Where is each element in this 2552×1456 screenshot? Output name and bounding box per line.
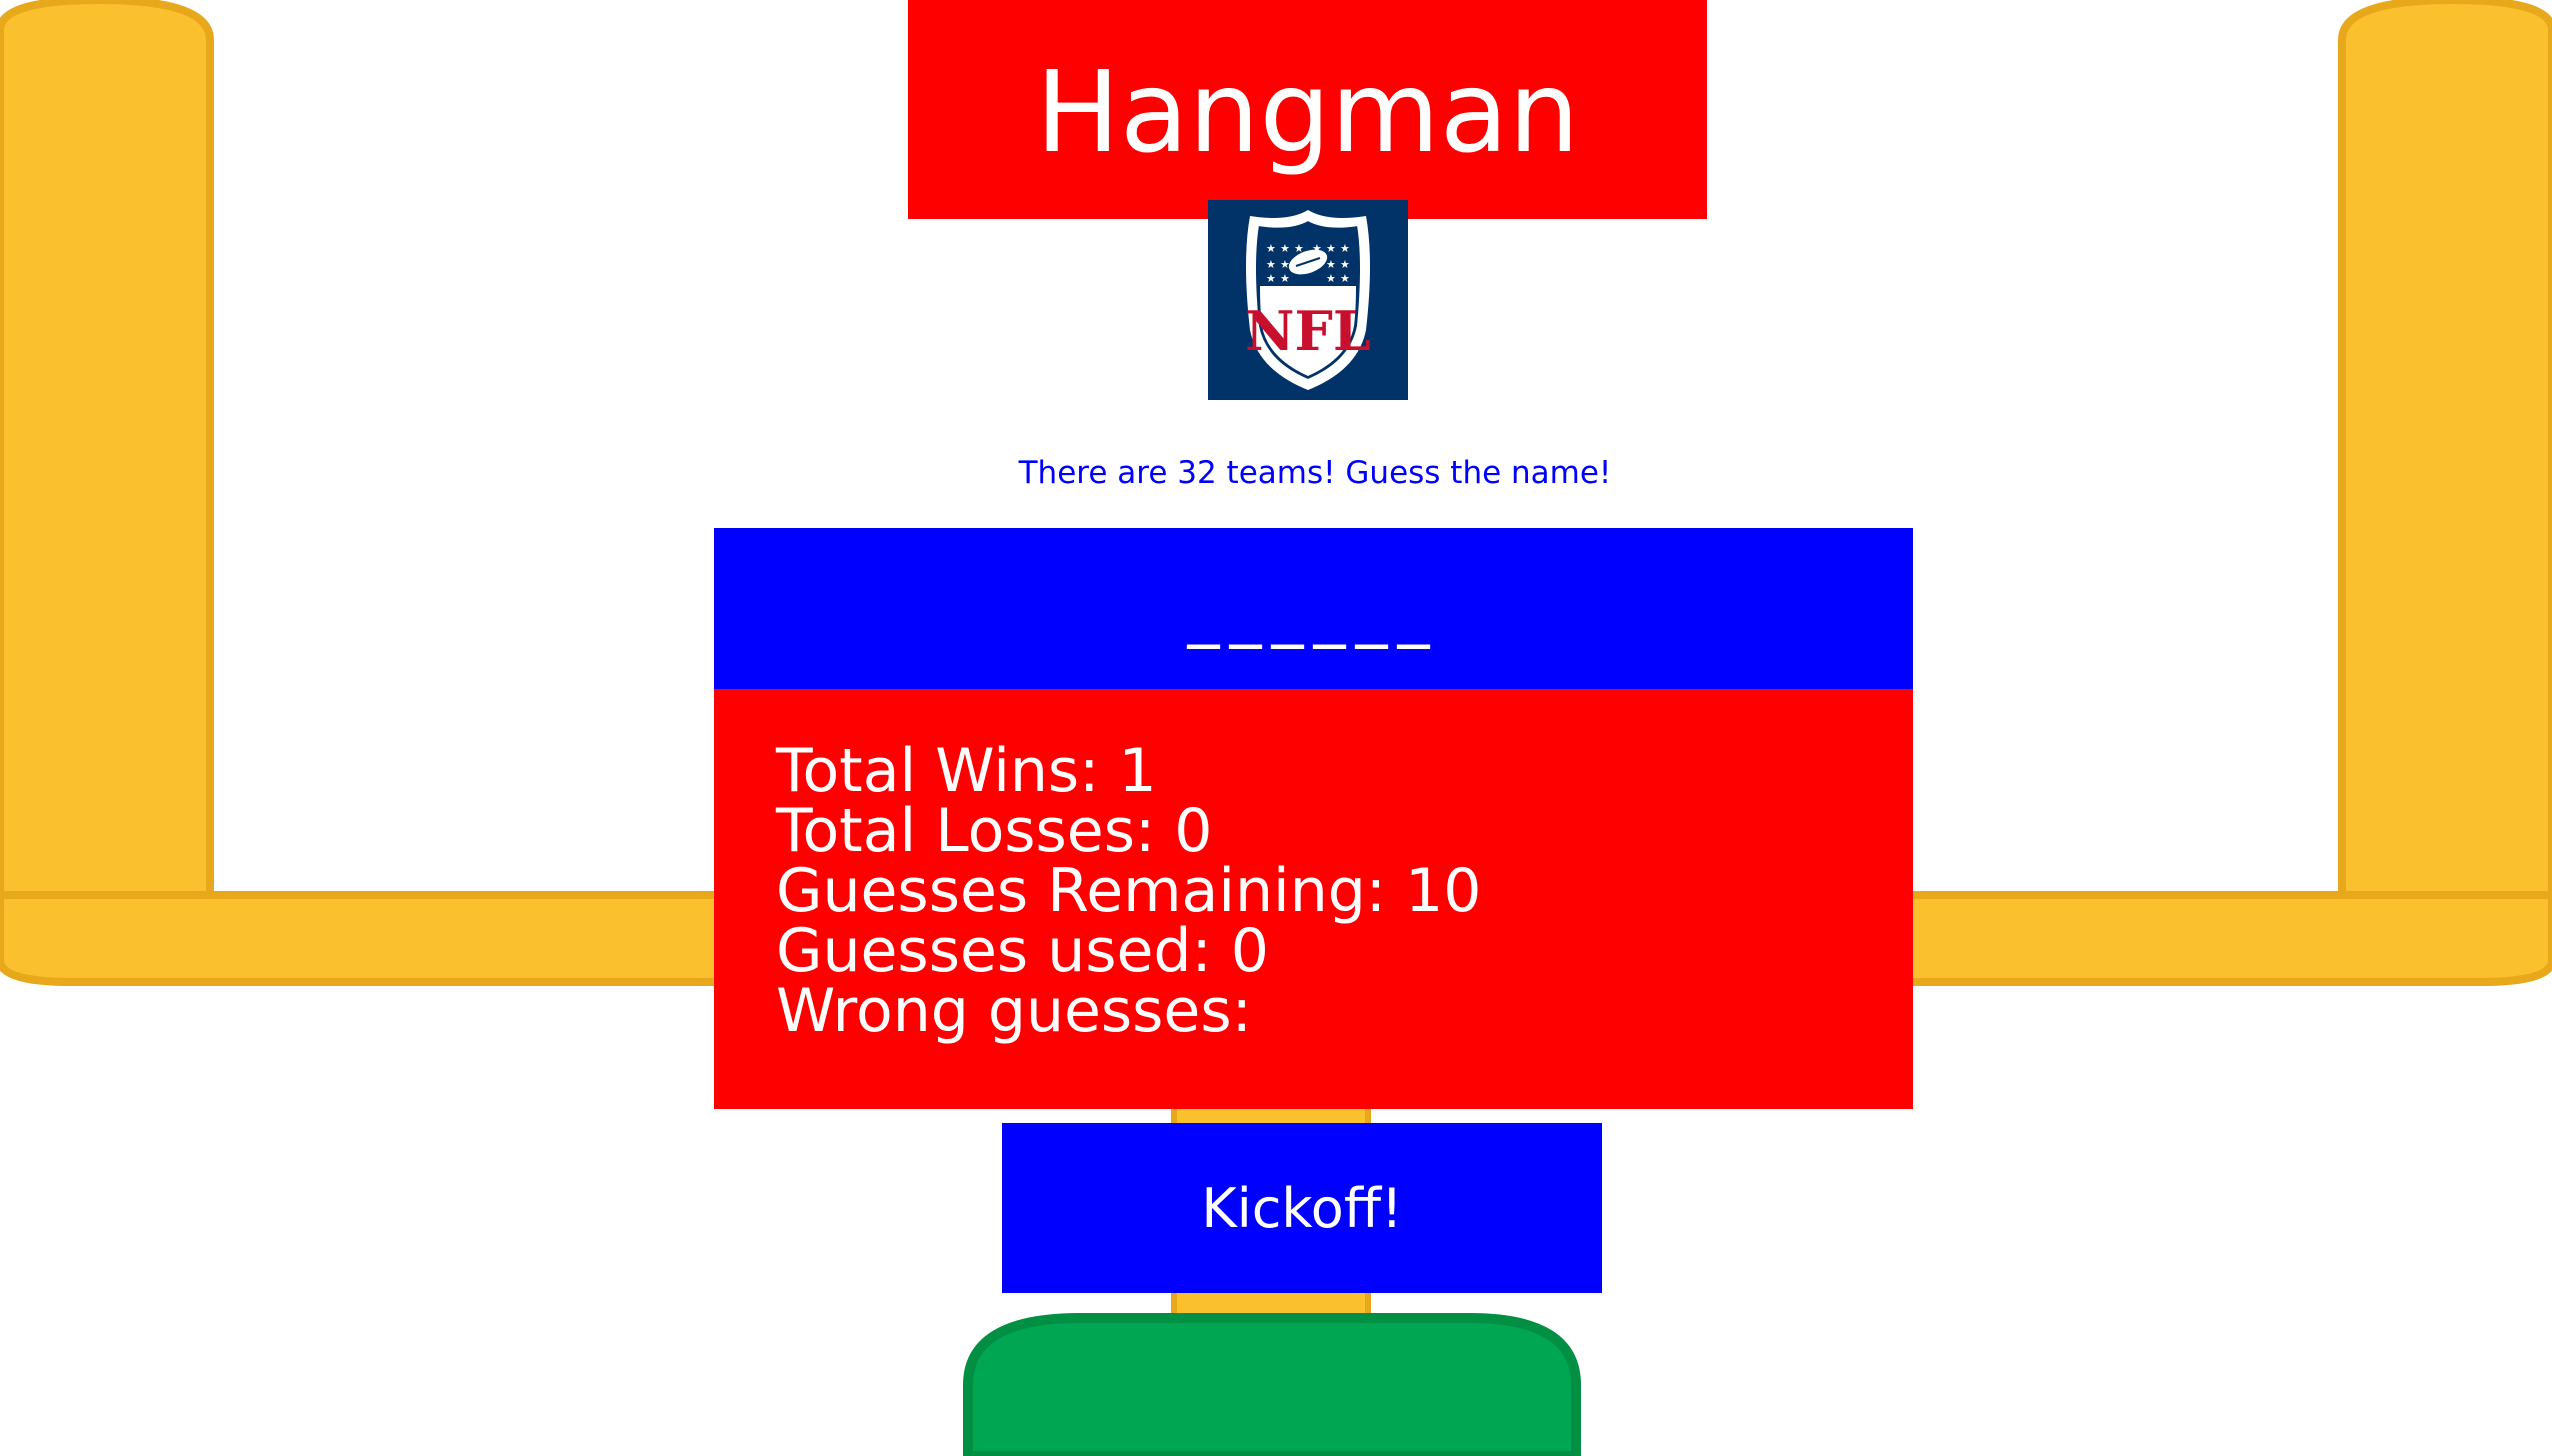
- svg-text:★: ★: [1326, 258, 1336, 271]
- guesses-remaining: Guesses Remaining: 10: [776, 856, 1482, 926]
- stats-panel: Total Wins: 1 Total Losses: 0 Guesses Re…: [714, 689, 1913, 1109]
- svg-text:★: ★: [1280, 258, 1290, 271]
- svg-text:NFL: NFL: [1245, 299, 1371, 363]
- guesses-used: Guesses used: 0: [776, 916, 1269, 986]
- kickoff-button[interactable]: Kickoff!: [1002, 1123, 1602, 1293]
- svg-text:★: ★: [1340, 272, 1350, 285]
- wrong-guesses: Wrong guesses:: [776, 976, 1252, 1046]
- nfl-logo: ★★★ ★★★ ★★★ ★★★ ★★ ★★ NFL: [1208, 200, 1408, 400]
- word-panel: ______: [714, 528, 1913, 689]
- svg-text:★: ★: [1266, 242, 1276, 255]
- svg-text:★: ★: [1326, 272, 1336, 285]
- svg-text:★: ★: [1280, 242, 1290, 255]
- svg-text:★: ★: [1326, 242, 1336, 255]
- goalpost-base: [963, 1313, 1581, 1456]
- hidden-word: ______: [1187, 575, 1440, 650]
- svg-text:★: ★: [1280, 272, 1290, 285]
- svg-text:★: ★: [1340, 242, 1350, 255]
- game-stage: Hangman ★★★ ★★★ ★★★ ★★★ ★★ ★★ NFL There …: [0, 0, 2552, 1456]
- goalpost-right-upright: [2338, 0, 2552, 899]
- total-wins: Total Wins: 1: [776, 736, 1157, 806]
- title-banner: Hangman: [908, 0, 1707, 219]
- svg-text:★: ★: [1266, 272, 1276, 285]
- svg-text:★: ★: [1340, 258, 1350, 271]
- goalpost-left-upright: [0, 0, 214, 899]
- nfl-shield-icon: ★★★ ★★★ ★★★ ★★★ ★★ ★★ NFL: [1245, 210, 1371, 390]
- instructions-text: There are 32 teams! Guess the name!: [1018, 455, 1612, 491]
- svg-text:★: ★: [1266, 258, 1276, 271]
- page-title: Hangman: [1035, 47, 1580, 178]
- total-losses: Total Losses: 0: [776, 796, 1213, 866]
